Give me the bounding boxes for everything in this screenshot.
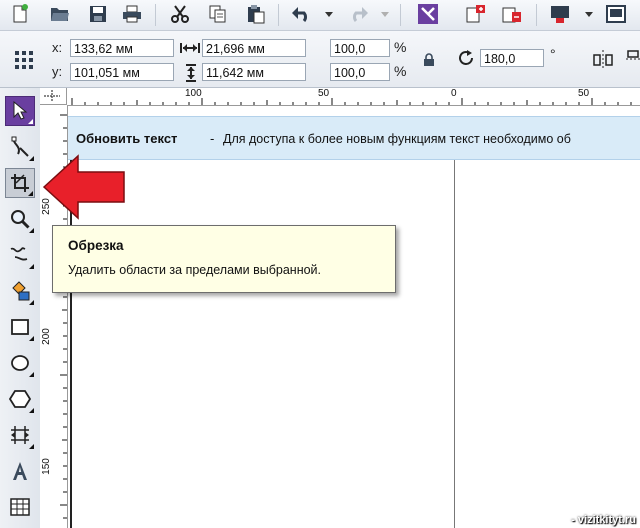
mirror-vertical-icon[interactable] (626, 49, 640, 72)
object-origin-icon[interactable] (12, 48, 36, 72)
degree-symbol: ° (550, 46, 556, 62)
ruler-v-label: 200 (40, 328, 52, 345)
ruler-h-label: 50 (318, 88, 330, 99)
smart-fill-tool-icon[interactable] (5, 276, 35, 306)
tooltip-title: Обрезка (68, 238, 124, 253)
scale-y-field[interactable]: 100,0 (330, 63, 390, 81)
mirror-horizontal-icon[interactable] (592, 49, 614, 72)
ruler-h-label: 50 (578, 88, 590, 99)
print-icon[interactable] (120, 2, 144, 26)
x-label: x: (52, 40, 63, 55)
y-label: y: (52, 64, 63, 79)
watermark: - vizitkityt.ru (571, 514, 636, 526)
freehand-tool-icon[interactable] (5, 240, 35, 270)
new-document-icon[interactable] (8, 2, 32, 26)
horizontal-ruler-ticks (53, 90, 632, 105)
publish-pdf-icon[interactable] (548, 2, 572, 26)
shape-tool-icon[interactable] (5, 132, 35, 162)
scale-y-percent: % (394, 63, 407, 79)
app-launcher-icon[interactable] (604, 2, 628, 26)
cut-icon[interactable] (168, 2, 192, 26)
ruler-v-label: 150 (40, 458, 52, 475)
lock-ratio-icon[interactable] (423, 53, 435, 70)
crop-tool-icon[interactable] (5, 168, 35, 198)
redo-icon[interactable] (346, 2, 370, 26)
standard-toolbar (0, 0, 640, 31)
x-position-field[interactable]: 133,62 мм (70, 39, 174, 57)
undo-dropdown-icon[interactable] (324, 2, 334, 26)
save-icon[interactable] (86, 2, 110, 26)
import-icon[interactable] (464, 2, 488, 26)
redo-dropdown-icon[interactable] (380, 2, 390, 26)
update-text-notification[interactable]: Обновить текст - Для доступа к более нов… (68, 116, 640, 160)
ruler-h-label: 0 (451, 88, 457, 99)
scale-x-field[interactable]: 100,0 (330, 39, 390, 57)
parallel-dimension-tool-icon[interactable] (5, 420, 35, 450)
copy-icon[interactable] (206, 2, 230, 26)
ruler-origin[interactable] (40, 88, 67, 105)
scale-x-percent: % (394, 39, 407, 55)
rotation-field[interactable]: 180,0 (480, 49, 544, 67)
notification-separator: - (210, 131, 215, 146)
height-icon (184, 64, 198, 85)
publish-dropdown-icon[interactable] (584, 2, 594, 26)
drawing-canvas[interactable] (68, 106, 640, 528)
toolbox (0, 88, 41, 528)
rotation-icon (458, 50, 476, 69)
notification-title[interactable]: Обновить текст (76, 131, 177, 146)
text-tool-icon[interactable] (5, 456, 35, 486)
horizontal-ruler[interactable]: 100 50 0 50 (40, 88, 640, 106)
undo-icon[interactable] (290, 2, 314, 26)
search-content-icon[interactable] (416, 2, 440, 26)
table-tool-icon[interactable] (5, 492, 35, 522)
height-field[interactable]: 11,642 мм (202, 63, 306, 81)
property-bar: x: 133,62 мм y: 101,051 мм 21,696 мм 11,… (0, 31, 640, 88)
guideline[interactable] (454, 160, 455, 528)
pick-tool-icon[interactable] (5, 96, 35, 126)
open-icon[interactable] (48, 2, 72, 26)
zoom-tool-icon[interactable] (5, 204, 35, 234)
tooltip-description: Удалить области за пределами выбранной. (68, 263, 322, 277)
rectangle-tool-icon[interactable] (5, 312, 35, 342)
red-pointer-arrow-icon (42, 154, 125, 220)
paste-icon[interactable] (244, 2, 268, 26)
width-icon (180, 41, 200, 58)
ruler-origin-icon (44, 90, 60, 102)
y-position-field[interactable]: 101,051 мм (70, 63, 174, 81)
ellipse-tool-icon[interactable] (5, 348, 35, 378)
crop-tool-tooltip: Обрезка Удалить области за пределами выб… (52, 225, 396, 293)
notification-message: Для доступа к более новым функциям текст… (223, 132, 571, 146)
width-field[interactable]: 21,696 мм (202, 39, 306, 57)
polygon-tool-icon[interactable] (5, 384, 35, 414)
ruler-h-label: 100 (185, 88, 202, 99)
export-icon[interactable] (500, 2, 524, 26)
